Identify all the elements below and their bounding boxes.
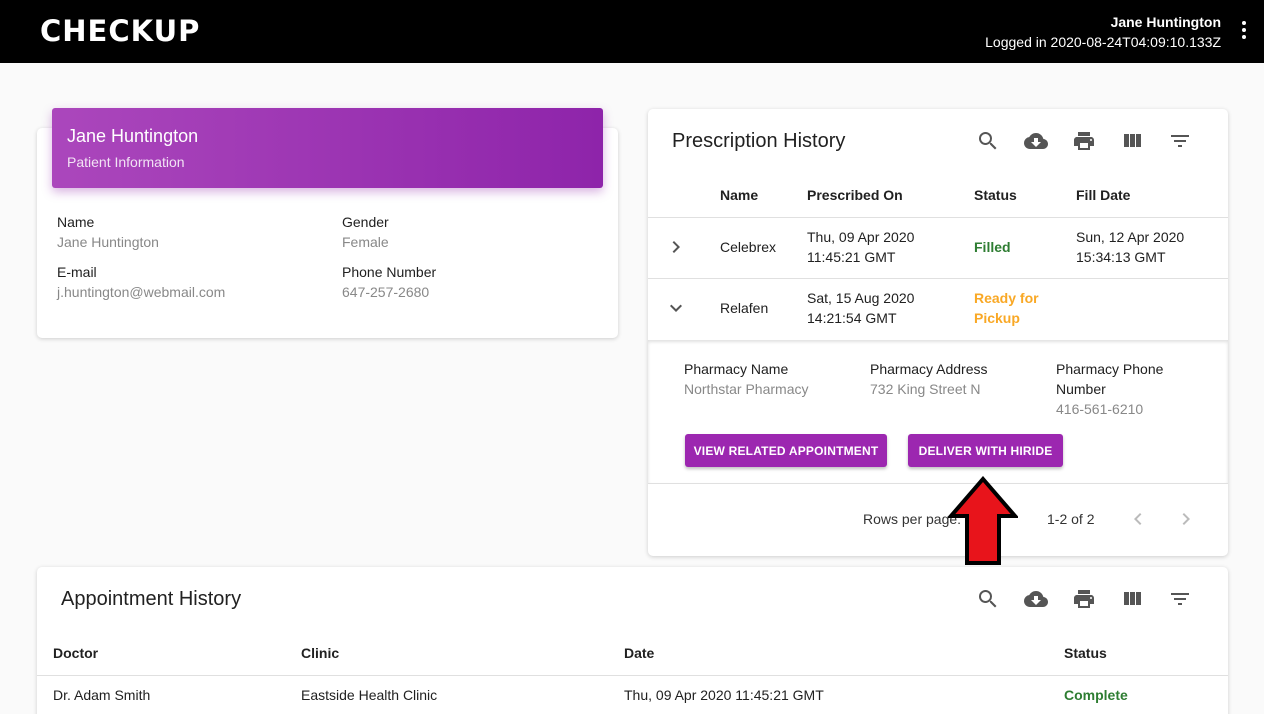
status-badge: Complete <box>1064 687 1128 703</box>
prescription-history-card: Prescription History Name Prescribed On … <box>648 109 1228 556</box>
field-value: Northstar Pharmacy <box>684 381 809 397</box>
status-line: Pickup <box>974 310 1020 326</box>
field-label: Number <box>1056 381 1106 397</box>
patient-card-subtitle: Patient Information <box>67 154 185 170</box>
column-header-name[interactable]: Name <box>720 187 758 203</box>
status-badge: Filled <box>974 239 1011 255</box>
app-logo: CHECKUP <box>40 14 201 48</box>
prescription-name: Relafen <box>720 300 769 316</box>
prescribed-date: Thu, 09 Apr 2020 <box>807 229 915 245</box>
appointment-doctor: Dr. Adam Smith <box>53 687 151 703</box>
fill-date-time: 15:34:13 GMT <box>1076 249 1166 265</box>
divider <box>37 675 1228 676</box>
filter-list-icon[interactable] <box>1156 579 1204 619</box>
patient-phone-field: Phone Number 647-257-2680 <box>342 262 436 302</box>
chevron-right-icon[interactable] <box>1174 507 1198 531</box>
appointment-clinic: Eastside Health Clinic <box>301 687 438 703</box>
column-header-status[interactable]: Status <box>1064 645 1107 661</box>
pharmacy-address-field: Pharmacy Address 732 King Street N <box>870 359 988 399</box>
search-icon[interactable] <box>964 121 1012 161</box>
appointment-history-card: Appointment History Doctor Clinic Date S… <box>37 567 1228 714</box>
user-name: Jane Huntington <box>1110 14 1221 30</box>
field-value: 416-561-6210 <box>1056 401 1144 417</box>
column-header-date[interactable]: Date <box>624 645 654 661</box>
deliver-with-hiride-button[interactable]: DELIVER WITH HIRIDE <box>908 434 1063 467</box>
patient-card-title: Jane Huntington <box>67 126 199 146</box>
chevron-right-icon[interactable] <box>664 235 688 259</box>
top-app-bar: CHECKUP Jane Huntington Logged in 2020-0… <box>0 0 1264 63</box>
login-status: Logged in 2020-08-24T04:09:10.133Z <box>985 34 1221 50</box>
cloud-download-icon[interactable] <box>1012 121 1060 161</box>
pharmacy-phone-field: Pharmacy Phone Number 416-561-6210 <box>1056 359 1163 419</box>
prescribed-on: Sat, 15 Aug 2020 14:21:54 GMT <box>807 288 914 328</box>
pagination-range: 1-2 of 2 <box>1047 511 1095 527</box>
prescribed-time: 14:21:54 GMT <box>807 310 897 326</box>
column-header-fill-date[interactable]: Fill Date <box>1076 187 1130 203</box>
field-value: Female <box>342 234 389 250</box>
column-header-status[interactable]: Status <box>974 187 1017 203</box>
field-label: Pharmacy Phone <box>1056 361 1164 377</box>
chevron-left-icon[interactable] <box>1126 507 1150 531</box>
column-header-clinic[interactable]: Clinic <box>301 645 339 661</box>
patient-gender-field: Gender Female <box>342 212 389 252</box>
prescribed-time: 11:45:21 GMT <box>807 249 896 265</box>
field-value: j.huntington@webmail.com <box>57 284 226 300</box>
filter-list-icon[interactable] <box>1156 121 1204 161</box>
status-badge: Ready for Pickup <box>974 288 1039 328</box>
column-header-doctor[interactable]: Doctor <box>53 645 98 661</box>
field-label: Gender <box>342 214 389 230</box>
search-icon[interactable] <box>964 579 1012 619</box>
appointment-toolbar <box>964 579 1204 619</box>
fill-date: Sun, 12 Apr 2020 15:34:13 GMT <box>1076 227 1184 267</box>
field-label: Pharmacy Name <box>684 361 789 377</box>
print-icon[interactable] <box>1060 121 1108 161</box>
prescribed-on: Thu, 09 Apr 2020 11:45:21 GMT <box>807 227 914 267</box>
user-info: Jane Huntington Logged in 2020-08-24T04:… <box>985 12 1221 52</box>
rows-per-page-label: Rows per page: <box>863 511 962 527</box>
cloud-download-icon[interactable] <box>1012 579 1060 619</box>
field-label: Pharmacy Address <box>870 361 988 377</box>
prescription-name: Celebrex <box>720 239 777 255</box>
print-icon[interactable] <box>1060 579 1108 619</box>
field-value: Jane Huntington <box>57 234 159 250</box>
prescription-toolbar <box>964 121 1204 161</box>
divider <box>648 483 1228 484</box>
view-column-icon[interactable] <box>1108 579 1156 619</box>
view-column-icon[interactable] <box>1108 121 1156 161</box>
view-related-appointment-button[interactable]: VIEW RELATED APPOINTMENT <box>685 434 887 467</box>
field-value: 647-257-2680 <box>342 284 430 300</box>
pharmacy-name-field: Pharmacy Name Northstar Pharmacy <box>684 359 808 399</box>
fill-date-day: Sun, 12 Apr 2020 <box>1076 229 1185 245</box>
red-arrow-icon <box>948 476 1018 565</box>
patient-name-field: Name Jane Huntington <box>57 212 159 252</box>
field-label: Name <box>57 214 95 230</box>
column-header-prescribed-on[interactable]: Prescribed On <box>807 187 903 203</box>
appointment-history-title: Appointment History <box>61 588 242 610</box>
status-line: Ready for <box>974 290 1039 306</box>
divider <box>648 278 1228 279</box>
more-vert-icon[interactable] <box>1236 19 1252 43</box>
chevron-down-icon[interactable] <box>664 296 688 320</box>
patient-card-header: Jane Huntington Patient Information <box>52 108 603 188</box>
appointment-date: Thu, 09 Apr 2020 11:45:21 GMT <box>624 687 824 703</box>
patient-email-field: E-mail j.huntington@webmail.com <box>57 262 225 302</box>
prescription-history-title: Prescription History <box>672 130 846 152</box>
field-label: E-mail <box>57 264 97 280</box>
field-label: Phone Number <box>342 264 437 280</box>
divider <box>648 217 1228 218</box>
prescribed-date: Sat, 15 Aug 2020 <box>807 290 915 306</box>
field-value: 732 King Street N <box>870 381 981 397</box>
